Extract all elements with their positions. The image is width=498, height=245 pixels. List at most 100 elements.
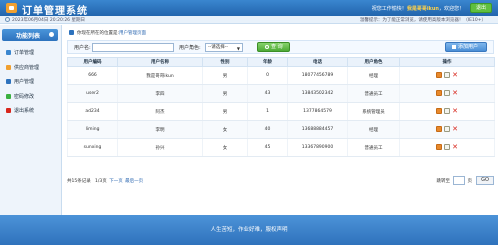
row-actions: ✕ [399,120,495,139]
page-jump: 跳转至 页 GO [414,176,494,186]
info-bar: 2023年06月04日 20:20:26 星期日 温馨提示：为了能正常浏览，请使… [0,16,498,24]
username-input[interactable] [92,43,174,52]
user-role: 经理 [347,66,400,85]
user-gender: 男 [202,66,248,85]
user-phone: 13367890900 [287,138,348,157]
collapse-icon[interactable] [49,32,54,37]
edit-icon[interactable] [444,126,450,133]
browser-notice: 温馨提示：为了能正常浏览，请使用高版本浏览器！（IE10+） [359,18,486,23]
page-jump-input[interactable] [453,176,465,185]
user-phone: 13843502342 [287,84,348,103]
column-header: 电话 [287,57,348,67]
sidebar-item-users[interactable]: 用户管理 [4,76,58,91]
breadcrumb: 你现在所在的位置是:用户管理页面 [67,29,494,37]
pagination-info: 共15条记录 1/3页 下一页 最后一页 [67,178,143,184]
next-page-link[interactable]: 下一页 [109,179,123,184]
view-icon[interactable] [436,126,442,133]
user-name: 李明 [117,120,203,139]
query-button[interactable]: 查 询 [257,42,290,52]
query-button-label: 查 询 [271,44,283,50]
delete-icon[interactable]: ✕ [452,72,458,79]
user-gender: 女 [202,120,248,139]
user-phone: 1377864579 [287,102,348,121]
column-header: 操作 [399,57,495,67]
edit-icon[interactable] [444,90,450,97]
user-age: 40 [247,120,288,139]
sidebar-title: 功能列表 [16,33,41,40]
view-icon[interactable] [436,144,442,151]
key-icon [6,93,11,99]
delete-icon[interactable]: ✕ [452,144,458,151]
user-age: 1 [247,102,288,121]
chevron-down-icon: ▼ [236,46,240,51]
user-table-container: 用户编码 用户名称 性别 年龄 电话 用户角色 操作 666 我是哥哥ikun … [67,57,495,157]
sidebar-item-orders[interactable]: 订单管理 [4,47,58,62]
edit-icon[interactable] [444,108,450,115]
app-title: 订单管理系统 [22,6,88,17]
column-header: 用户名称 [117,57,203,67]
role-select-value: --请选择-- [208,45,228,50]
order-icon [6,50,11,55]
row-actions: ✕ [399,84,495,103]
logo-icon [6,3,17,13]
pagination: 共15条记录 1/3页 下一页 最后一页 跳转至 页 GO [67,176,494,186]
user-code: liming [67,120,118,139]
view-icon[interactable] [436,90,442,97]
edit-icon[interactable] [444,72,450,79]
clock-icon [5,17,10,22]
table-row: sunxing 孙兴 女 45 13367890900 普通员工 ✕ [67,138,495,157]
go-button[interactable]: GO [476,176,494,185]
column-header: 用户编码 [67,57,118,67]
search-icon [265,44,269,49]
user-name: 我是哥哥ikun [117,66,203,85]
table-row: ad234 阿杰 男 1 1377864579 系统管理员 ✕ [67,102,495,121]
row-actions: ✕ [399,66,495,85]
welcome-prefix: 祝您工作愉快！ [371,6,407,12]
location-icon [69,30,74,35]
user-role: 普通员工 [347,84,400,103]
delete-icon[interactable]: ✕ [452,90,458,97]
delete-icon[interactable]: ✕ [452,126,458,133]
sidebar-item-password[interactable]: 密码修改 [4,91,58,106]
edit-icon[interactable] [444,144,450,151]
footer: 人生苦短，作业好难，服权声明 [0,215,498,245]
sidebar-item-exit[interactable]: 退出系统 [4,105,58,120]
user-role: 系统管理员 [347,102,400,121]
search-bar: 用户名: 用户角色: --请选择-- ▼ 查 询 添加用户 [67,40,494,54]
sidebar-item-suppliers[interactable]: 供应商管理 [4,62,58,77]
user-role: 普通员工 [347,138,400,157]
username: 我是哥哥ikun [406,6,439,12]
record-count: 共15条记录 [67,179,91,184]
view-icon[interactable] [436,72,442,79]
sidebar-item-label: 密码修改 [14,93,35,100]
user-icon [6,79,11,84]
user-name: 李四 [117,84,203,103]
view-icon[interactable] [436,108,442,115]
sidebar-item-label: 订单管理 [14,50,35,56]
sidebar-item-label: 供应商管理 [14,64,40,71]
table-header-row: 用户编码 用户名称 性别 年龄 电话 用户角色 操作 [67,57,495,67]
user-code: 666 [67,66,118,85]
welcome-suffix: ，欢迎您！ [438,6,464,12]
page-unit-label: 页 [467,179,473,184]
page-indicator: 1/3页 [95,179,107,184]
role-select[interactable]: --请选择-- ▼ [205,43,243,52]
user-code: sunxing [67,138,118,157]
delete-icon[interactable]: ✕ [452,108,458,115]
sidebar-menu: 订单管理 供应商管理 用户管理 密码修改 退出系统 [4,47,58,120]
exit-icon [6,108,11,113]
table-row: user2 李四 男 43 13843502342 普通员工 ✕ [67,84,495,103]
last-page-link[interactable]: 最后一页 [125,179,143,184]
add-user-label: 添加用户 [458,44,479,50]
user-gender: 男 [202,84,248,103]
add-user-button[interactable]: 添加用户 [445,42,487,52]
logout-button[interactable]: 退出 [470,3,492,13]
row-actions: ✕ [399,102,495,121]
table-row: liming 李明 女 40 13688884457 经理 ✕ [67,120,495,139]
user-phone: 13688884457 [287,120,348,139]
sidebar: 功能列表 订单管理 供应商管理 用户管理 密码修改 退出系统 [0,25,62,215]
user-age: 45 [247,138,288,157]
user-name: 孙兴 [117,138,203,157]
welcome-message: 祝您工作愉快！我是哥哥ikun，欢迎您！ [372,5,464,12]
row-actions: ✕ [399,138,495,157]
